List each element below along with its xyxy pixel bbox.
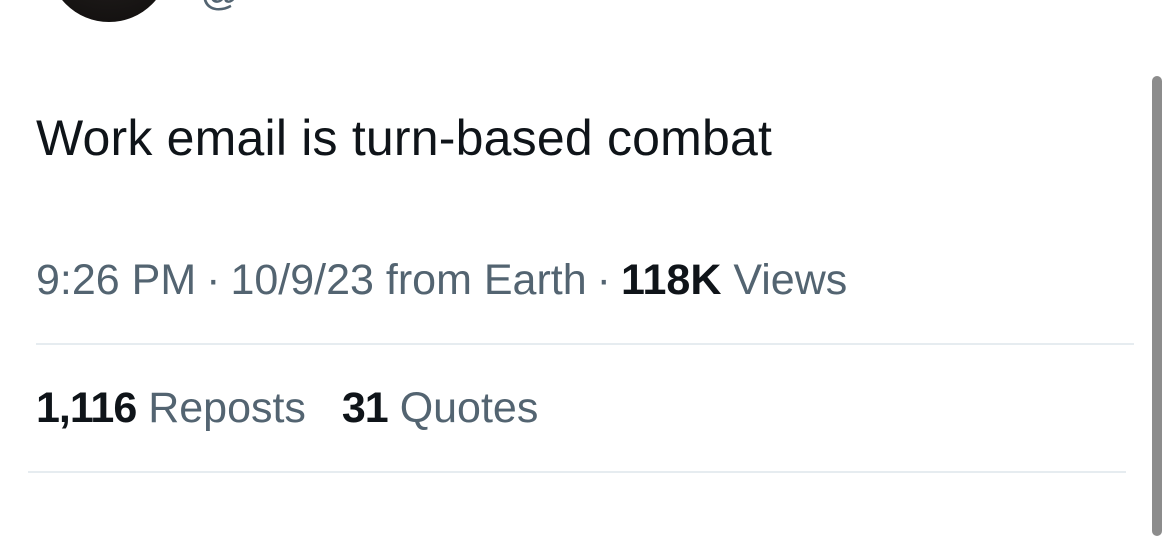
- source-prefix: from: [385, 256, 472, 304]
- views-count: 118K: [620, 256, 722, 304]
- divider: [36, 343, 1134, 345]
- meta-separator: ·: [206, 256, 221, 304]
- avatar[interactable]: [48, 0, 170, 22]
- divider: [28, 471, 1126, 473]
- tweet-time[interactable]: 9:26 PM: [36, 256, 196, 304]
- quotes-link[interactable]: 31 Quotes: [342, 382, 538, 434]
- quotes-count: 31: [341, 384, 389, 432]
- tweet-meta: 9:26 PM · 10/9/23 from Earth · 118K Views: [36, 255, 847, 305]
- scrollbar[interactable]: [1152, 76, 1162, 536]
- tweet-source: Earth: [483, 256, 587, 304]
- tweet-text: Work email is turn-based combat: [36, 110, 773, 166]
- reposts-label: Reposts: [148, 384, 306, 432]
- tweet-date[interactable]: 10/9/23: [230, 256, 373, 304]
- reposts-link[interactable]: 1,116 Reposts: [36, 382, 306, 434]
- engagement-stats: 1,116 Reposts 31 Quotes: [36, 382, 538, 434]
- meta-separator: ·: [596, 256, 611, 304]
- reposts-count: 1,116: [36, 384, 137, 432]
- author-handle[interactable]: @: [200, 0, 241, 15]
- views-label: Views: [733, 256, 848, 304]
- quotes-label: Quotes: [399, 384, 539, 432]
